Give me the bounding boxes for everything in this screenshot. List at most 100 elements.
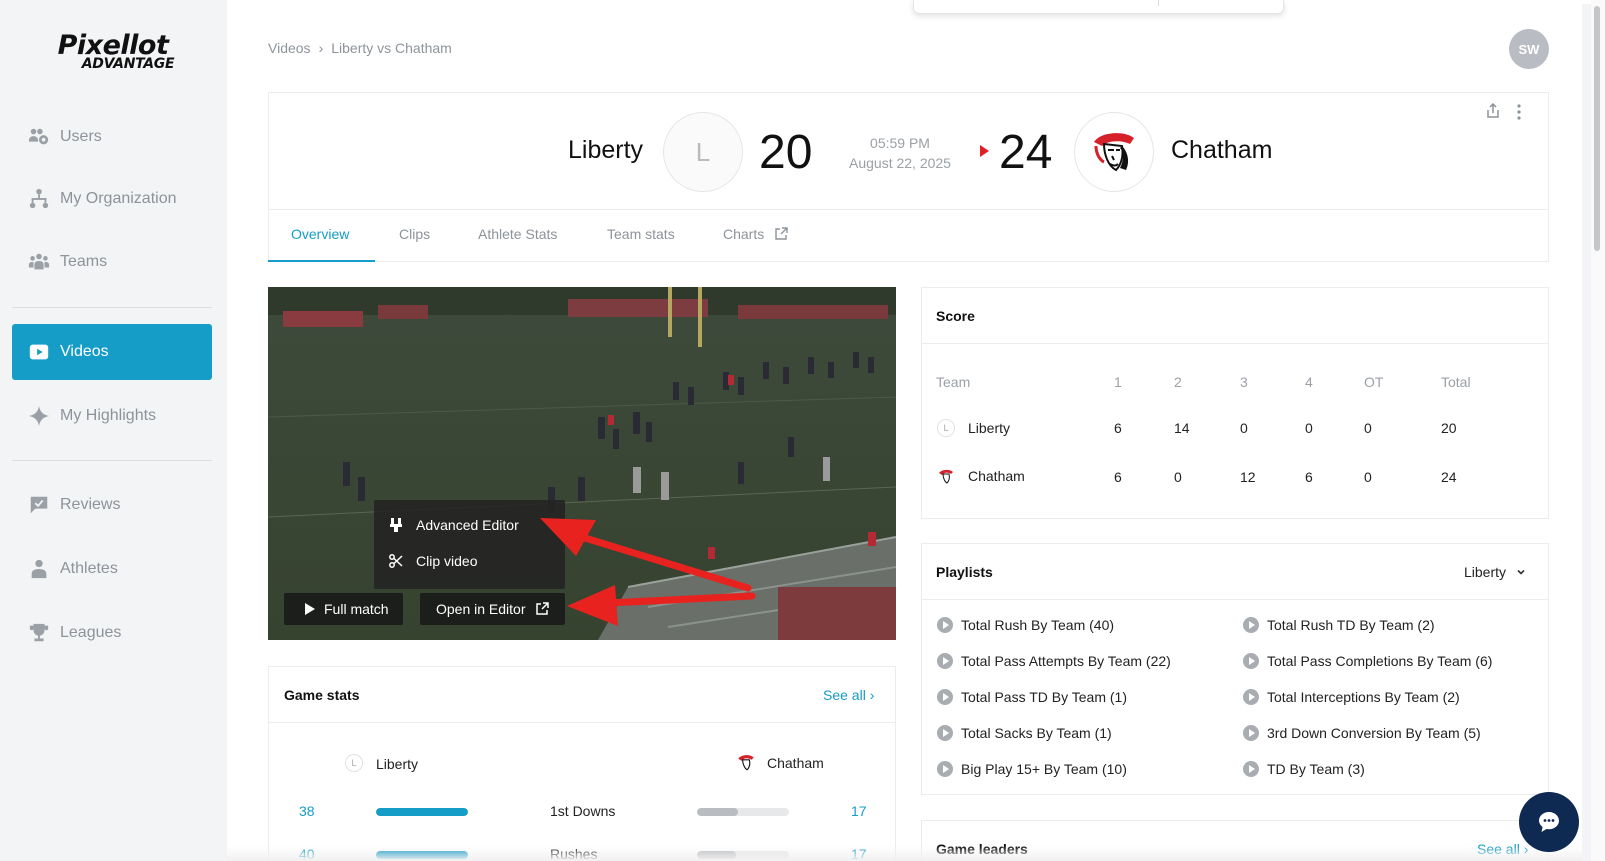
sidebar-item-label: Athletes	[60, 560, 118, 577]
video-player[interactable]	[268, 287, 896, 640]
sidebar-item-label: My Highlights	[60, 407, 157, 424]
score-header-q1: 1	[1114, 374, 1122, 390]
chevron-down-icon	[1517, 569, 1525, 575]
playlists-card	[921, 543, 1549, 795]
playlist-item[interactable]: Total Pass TD By Team (1)	[937, 689, 1127, 705]
tab-overview[interactable]: Overview	[291, 226, 349, 242]
game-datetime: 05:59 PM August 22, 2025	[847, 133, 953, 173]
pixellot-logo[interactable]: Pixellot ADVANTAGE	[40, 32, 186, 71]
game-stats-away-team: Chatham	[767, 755, 824, 771]
score-card-title: Score	[936, 308, 975, 324]
sidebar-item-leagues[interactable]: Leagues	[12, 605, 212, 661]
score-header-team: Team	[936, 374, 971, 390]
playlist-item-label: 3rd Down Conversion By Team (5)	[1267, 725, 1481, 741]
score-row-team: Liberty	[968, 420, 1011, 436]
playlist-item-label: Total Rush TD By Team (2)	[1267, 617, 1435, 633]
open-in-editor-button[interactable]: Open in Editor	[420, 593, 565, 625]
full-match-button[interactable]: Full match	[284, 593, 403, 625]
score-cell: 0	[1174, 469, 1182, 485]
open-in-editor-label: Open in Editor	[436, 601, 526, 617]
score-cell: 0	[1305, 420, 1313, 436]
playlist-item-label: Total Pass Completions By Team (6)	[1267, 653, 1493, 669]
away-team-score: 24	[999, 126, 1053, 179]
sidebar-item-my-highlights[interactable]: My Highlights	[12, 388, 212, 444]
home-team-name: Liberty	[568, 136, 644, 164]
breadcrumb-videos-link[interactable]: Videos	[268, 40, 311, 56]
tab-team-stats[interactable]: Team stats	[607, 226, 675, 242]
winner-marker-icon	[980, 145, 989, 157]
playlist-item[interactable]: TD By Team (3)	[1243, 761, 1365, 777]
sidebar-item-athletes[interactable]: Athletes	[12, 541, 212, 597]
score-header-q2: 2	[1174, 374, 1182, 390]
card-divider	[922, 343, 1548, 344]
play-circle-icon	[1243, 761, 1259, 777]
score-cell: 24	[1441, 469, 1457, 485]
sidebar-divider	[12, 307, 212, 308]
game-stats-see-all-link[interactable]: See all ›	[823, 687, 874, 703]
reviews-icon	[30, 496, 48, 514]
playlists-team-select[interactable]: Liberty	[1464, 564, 1526, 580]
playlist-item[interactable]: Total Pass Completions By Team (6)	[1243, 653, 1492, 669]
play-circle-icon	[1243, 689, 1259, 705]
play-circle-icon	[937, 725, 953, 741]
play-circle-icon	[1243, 653, 1259, 669]
score-header-q3: 3	[1240, 374, 1248, 390]
tab-charts[interactable]: Charts	[723, 226, 788, 242]
score-row-team: Chatham	[968, 468, 1025, 484]
playlist-item[interactable]: Big Play 15+ By Team (10)	[937, 761, 1127, 777]
game-stats-home-team: Liberty	[376, 756, 419, 772]
home-team-score: 20	[759, 126, 813, 179]
tab-athlete-stats[interactable]: Athlete Stats	[478, 226, 557, 242]
more-options-icon[interactable]	[1516, 103, 1522, 126]
scrollbar-thumb[interactable]	[1594, 6, 1600, 251]
active-tab-indicator	[268, 260, 375, 262]
sidebar-item-users[interactable]: Users	[12, 109, 212, 165]
playlist-item[interactable]: Total Rush TD By Team (2)	[1243, 617, 1435, 633]
score-cell: 12	[1240, 469, 1256, 485]
home-team-initial: L	[695, 136, 711, 167]
tab-charts-label: Charts	[723, 226, 765, 242]
chat-support-button[interactable]	[1519, 792, 1579, 852]
dropdown-popover-edge	[913, 0, 1284, 14]
sidebar-item-teams[interactable]: Teams	[12, 234, 212, 290]
home-stat-value: 38	[299, 803, 315, 819]
away-stat-bar	[697, 808, 789, 816]
playlists-title: Playlists	[936, 564, 993, 580]
scissors-icon	[389, 554, 403, 568]
card-divider	[922, 599, 1548, 600]
playlist-item[interactable]: Total Sacks By Team (1)	[937, 725, 1112, 741]
playlist-item-label: Total Interceptions By Team (2)	[1267, 689, 1460, 705]
clip-video-label: Clip video	[416, 553, 478, 569]
tab-clips[interactable]: Clips	[399, 226, 430, 242]
playlist-item[interactable]: 3rd Down Conversion By Team (5)	[1243, 725, 1481, 741]
sidebar-item-label: Leagues	[60, 624, 122, 641]
sidebar-item-label: My Organization	[60, 190, 177, 207]
video-context-menu: Advanced Editor Clip video	[374, 500, 565, 589]
playlist-item-label: Total Sacks By Team (1)	[961, 725, 1112, 741]
liberty-mini-initial: L	[351, 758, 357, 768]
sidebar-item-videos[interactable]: Videos	[12, 324, 212, 380]
clip-video-menu-item[interactable]: Clip video	[388, 544, 477, 578]
advanced-editor-menu-item[interactable]: Advanced Editor	[388, 508, 519, 542]
sidebar-item-my-organization[interactable]: My Organization	[12, 171, 212, 227]
playlist-item-label: Total Pass Attempts By Team (22)	[961, 653, 1171, 669]
game-date: August 22, 2025	[849, 155, 951, 171]
trophy-icon	[29, 623, 49, 642]
playlist-item[interactable]: Total Pass Attempts By Team (22)	[937, 653, 1171, 669]
playlist-item[interactable]: Total Interceptions By Team (2)	[1243, 689, 1460, 705]
organization-icon	[29, 188, 49, 209]
score-header-q4: 4	[1305, 374, 1313, 390]
videos-icon	[29, 344, 49, 360]
away-stat-value: 17	[851, 803, 867, 819]
playlist-item-label: Total Rush By Team (40)	[961, 617, 1115, 633]
stat-label: 1st Downs	[550, 803, 616, 819]
share-icon[interactable]	[1485, 102, 1501, 124]
user-avatar[interactable]: SW	[1509, 29, 1549, 69]
teams-icon	[28, 253, 50, 270]
playlist-item[interactable]: Total Rush By Team (40)	[937, 617, 1114, 633]
score-cell: 14	[1174, 420, 1190, 436]
tab-bar: Overview Clips Athlete Stats Team stats …	[268, 209, 1549, 262]
sidebar-item-reviews[interactable]: Reviews	[12, 477, 212, 533]
breadcrumb-separator: ›	[318, 40, 324, 56]
external-link-icon	[535, 602, 549, 615]
